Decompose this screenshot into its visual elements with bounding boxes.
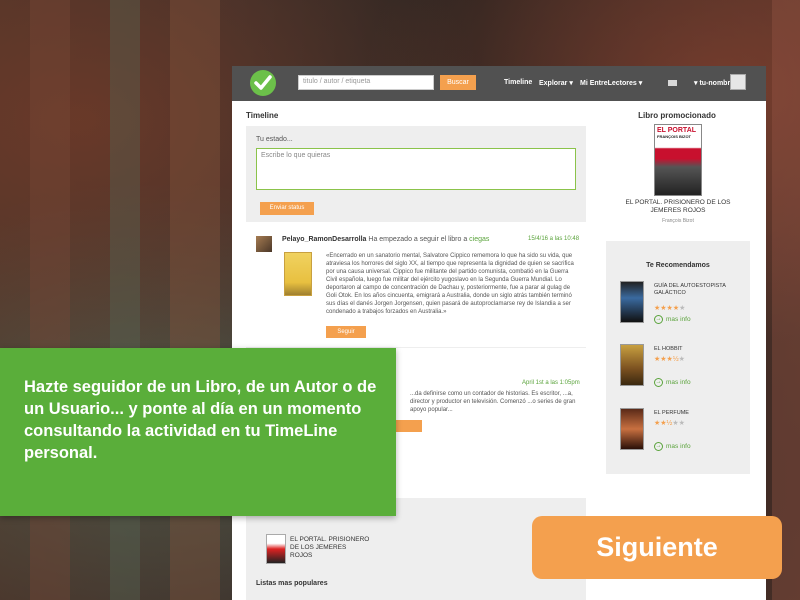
activity-header: Pelayo_RamonDesarrolla Ha empezado a seg… (282, 236, 522, 243)
more-info-link[interactable]: → mas info (654, 315, 691, 324)
search-button[interactable]: Buscar (440, 75, 476, 90)
activity-user-link[interactable]: Pelayo_RamonDesarrolla (282, 236, 366, 243)
recommendation-item: EL PERFUME ★★½★★ → mas info (620, 408, 744, 458)
recommendation-item: GUÍA DEL AUTOESTOPISTA GALÁCTICO ★★★★★ →… (620, 281, 744, 331)
arrow-right-icon: → (654, 442, 663, 451)
book-cover[interactable] (620, 344, 644, 386)
promo-cover-author: FRANÇOIS BIZOT (657, 134, 691, 139)
arrow-right-icon: → (654, 315, 663, 324)
recommendation-name[interactable]: EL PERFUME (654, 410, 740, 417)
book-cover[interactable] (620, 281, 644, 323)
rating-stars: ★★½★★ (654, 420, 685, 427)
book-cover[interactable] (266, 534, 286, 564)
more-info-link[interactable]: → mas info (654, 378, 691, 387)
rating-stars: ★★★½★ (654, 356, 685, 363)
tutorial-callout: Hazte seguidor de un Libro, de un Autor … (0, 348, 396, 516)
page-title: Timeline (246, 111, 279, 120)
bg-stripe (772, 0, 800, 600)
promo-book-title[interactable]: EL PORTAL. PRISIONERO DE LOS JEMERES ROJ… (612, 199, 744, 215)
status-label: Tu estado... (256, 136, 293, 143)
promo-cover-text: EL PORTAL FRANÇOIS BIZOT (657, 127, 701, 139)
activity-book-link[interactable]: ciegas (469, 236, 489, 243)
recommendation-name[interactable]: GUÍA DEL AUTOESTOPISTA GALÁCTICO (654, 283, 740, 296)
promo-book-author: François Bizot (662, 218, 694, 224)
status-textarea[interactable]: Escribe lo que quieras (256, 148, 576, 190)
top-navbar: titulo / autor / etiqueta Buscar Timelin… (232, 66, 766, 101)
activity-description: «Encerrado en un sanatorio mental, Salva… (326, 253, 574, 315)
nav-explorar-label: Explorar (539, 80, 568, 87)
language-flag-icon[interactable] (668, 80, 677, 86)
next-button[interactable]: Siguiente (532, 516, 782, 579)
avatar[interactable] (730, 74, 746, 90)
logo-check-icon[interactable] (250, 70, 276, 96)
recommendation-name[interactable]: EL HOBBIT (654, 346, 740, 353)
recommendation-item: EL HOBBIT ★★★½★ → mas info (620, 344, 744, 394)
nav-timeline[interactable]: Timeline (504, 79, 532, 86)
rating-stars: ★★★★★ (654, 305, 686, 312)
follow-button[interactable]: Seguir (326, 326, 366, 338)
activity-action: Ha empezado a seguir el libro a (366, 236, 470, 243)
chevron-down-icon: ▾ (569, 80, 573, 87)
popular-lists-title: Listas mas populares (256, 580, 328, 587)
user-menu[interactable]: ▾ tu-nombre (694, 79, 734, 87)
check-icon (254, 75, 272, 90)
user-avatar[interactable] (256, 236, 272, 252)
promo-title: Libro promocionado (638, 111, 716, 120)
nav-explorar[interactable]: Explorar ▾ (539, 79, 573, 87)
promo-cover-title: EL PORTAL (657, 127, 697, 134)
activity-date: 15/4/16 a las 10:48 (528, 236, 580, 242)
arrow-right-icon: → (654, 378, 663, 387)
recommendations-panel: Te Recomendamos GUÍA DEL AUTOESTOPISTA G… (606, 241, 750, 474)
book-cover[interactable] (284, 252, 312, 296)
book-cover[interactable] (620, 408, 644, 450)
nav-mi-entrelectores[interactable]: Mi EntreLectores ▾ (580, 79, 642, 87)
search-input[interactable]: titulo / autor / etiqueta (298, 75, 434, 90)
send-status-button[interactable]: Enviar status (260, 202, 314, 215)
more-info-link[interactable]: → mas info (654, 442, 691, 451)
status-panel: Tu estado... Escribe lo que quieras Envi… (246, 126, 586, 222)
activity-description: ...da definirse como un contador de hist… (410, 391, 576, 413)
recommendations-title: Te Recomendamos (646, 262, 710, 269)
nav-mi-entrelectores-label: Mi EntreLectores (580, 80, 637, 87)
activity-date: April 1st a las 1:05pm (522, 380, 580, 386)
callout-text: Hazte seguidor de un Libro, de un Autor … (24, 378, 377, 462)
book-title[interactable]: EL PORTAL. PRISIONERO DE LOS JEMERES ROJ… (290, 536, 370, 560)
more-info-label: mas info (666, 316, 691, 324)
more-info-label: mas info (666, 443, 691, 451)
user-name: tu-nombre (699, 80, 735, 87)
timeline-activity-item: Pelayo_RamonDesarrolla Ha empezado a seg… (246, 226, 586, 348)
chevron-down-icon: ▾ (638, 80, 643, 87)
more-info-label: mas info (666, 379, 691, 387)
follow-button[interactable] (396, 420, 422, 432)
promo-book-cover[interactable]: EL PORTAL FRANÇOIS BIZOT (654, 124, 702, 196)
